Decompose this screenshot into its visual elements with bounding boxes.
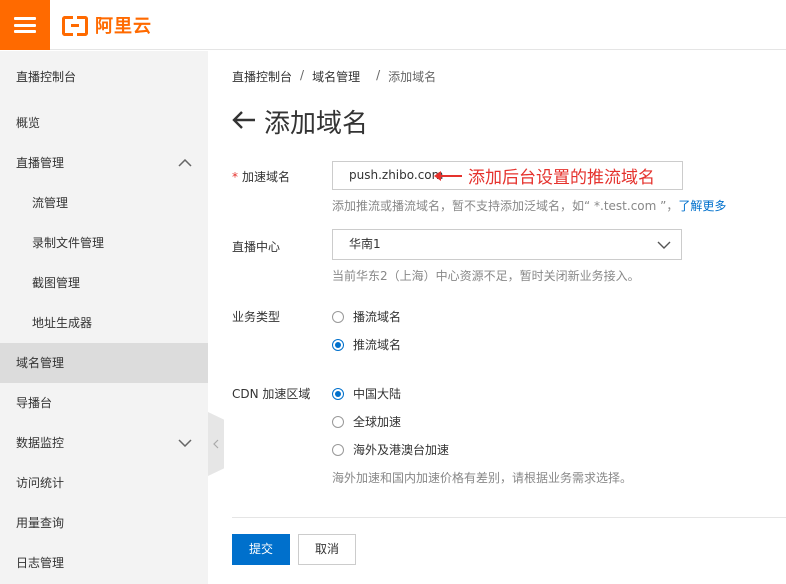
- aliyun-logo[interactable]: 阿里云: [62, 13, 152, 37]
- chevron-up-icon: [178, 143, 192, 183]
- breadcrumb-item-console[interactable]: 直播控制台: [232, 68, 292, 85]
- radio-button[interactable]: [332, 415, 344, 428]
- sidebar-item-label: 直播控制台: [16, 70, 77, 84]
- radio-global[interactable]: 全球加速: [332, 413, 401, 430]
- page-header: 添加域名: [232, 103, 368, 140]
- radio-overseas[interactable]: 海外及港澳台加速: [332, 441, 449, 458]
- annotation-callout: 添加后台设置的推流域名: [434, 163, 655, 188]
- domain-input-value: push.zhibo.com: [349, 168, 444, 182]
- sidebar-item-usage-query[interactable]: 用量查询: [0, 503, 208, 543]
- submit-button[interactable]: 提交: [232, 534, 290, 565]
- sidebar-item-label: 直播管理: [16, 156, 65, 170]
- domain-label: * 加速域名: [232, 168, 290, 185]
- domain-hint: 添加推流或播流域名，暂不支持添加泛域名，如“ *.test.com ”，了解更多: [332, 197, 726, 214]
- chevron-down-icon: [178, 423, 192, 463]
- sidebar-item-access-stats[interactable]: 访问统计: [0, 463, 208, 503]
- arrow-left-icon: [434, 170, 462, 181]
- center-select-value: 华南1: [349, 237, 381, 251]
- center-hint: 当前华东2（上海）中心资源不足，暂时关闭新业务接入。: [332, 269, 640, 283]
- breadcrumb: 直播控制台 / 域名管理 / 添加域名: [232, 68, 436, 85]
- radio-label: 全球加速: [353, 415, 402, 429]
- sidebar-item-director[interactable]: 导播台: [0, 383, 208, 423]
- sidebar-item-label: 用量查询: [16, 516, 65, 530]
- learn-more-link[interactable]: 了解更多: [678, 199, 726, 213]
- sidebar-item-data-monitoring[interactable]: 数据监控: [0, 423, 208, 463]
- required-mark: *: [232, 170, 238, 184]
- top-bar: 阿里云: [0, 0, 786, 50]
- cancel-button[interactable]: 取消: [298, 534, 356, 565]
- sidebar-item-domain-management[interactable]: 域名管理: [0, 343, 208, 383]
- radio-button-checked[interactable]: [332, 387, 344, 400]
- radio-label: 海外及港澳台加速: [353, 443, 450, 457]
- back-arrow-icon[interactable]: [232, 110, 256, 133]
- radio-button[interactable]: [332, 443, 344, 456]
- main-content: 直播控制台 / 域名管理 / 添加域名 添加域名 * 加速域名 push.zhib…: [208, 51, 786, 584]
- breadcrumb-item-current: 添加域名: [388, 70, 437, 84]
- radio-label: 推流域名: [353, 338, 402, 352]
- sidebar-item-label: 数据监控: [16, 436, 65, 450]
- hamburger-icon: [14, 17, 36, 33]
- radio-mainland-china[interactable]: 中国大陆: [332, 385, 401, 402]
- annotation-text: 添加后台设置的推流域名: [468, 168, 655, 188]
- radio-button-checked[interactable]: [332, 338, 344, 351]
- sidebar-item-stream-management[interactable]: 流管理: [0, 183, 208, 223]
- sidebar-item-log-management[interactable]: 日志管理: [0, 543, 208, 583]
- sidebar-item-label: 域名管理: [16, 356, 65, 370]
- breadcrumb-item-domain-management[interactable]: 域名管理: [312, 68, 360, 85]
- domain-hint-text: 添加推流或播流域名，暂不支持添加泛域名，如“ *.test.com ”，: [332, 199, 679, 213]
- sidebar-item-label: 截图管理: [32, 276, 81, 290]
- sidebar-item-label: 导播台: [16, 396, 53, 410]
- sidebar-item-live-management[interactable]: 直播管理: [0, 143, 208, 183]
- cdn-region-hint: 海外加速和国内加速价格有差别，请根据业务需求选择。: [332, 471, 633, 485]
- radio-push-domain[interactable]: 推流域名: [332, 336, 401, 353]
- sidebar-item-console[interactable]: 直播控制台: [0, 51, 208, 103]
- sidebar-item-recording-files[interactable]: 录制文件管理: [0, 223, 208, 263]
- divider: [232, 517, 786, 518]
- sidebar-item-label: 录制文件管理: [32, 236, 105, 250]
- page-title: 添加域名: [264, 109, 369, 139]
- sidebar-item-overview[interactable]: 概览: [0, 103, 208, 143]
- sidebar-item-label: 概览: [16, 116, 41, 130]
- breadcrumb-separator: /: [300, 68, 305, 82]
- sidebar-item-label: 日志管理: [16, 556, 65, 570]
- business-type-label: 业务类型: [232, 310, 281, 324]
- sidebar-item-label: 访问统计: [16, 476, 65, 490]
- center-select[interactable]: 华南1: [332, 229, 682, 260]
- radio-play-domain[interactable]: 播流域名: [332, 308, 401, 325]
- radio-label: 播流域名: [353, 310, 402, 324]
- sidebar: 直播控制台 概览 直播管理 流管理 录制文件管理 截图管理 地址生成器 域名管理…: [0, 51, 208, 584]
- aliyun-logo-icon: [62, 16, 88, 36]
- sidebar-item-label: 流管理: [32, 196, 69, 210]
- chevron-down-icon: [657, 230, 671, 259]
- menu-button[interactable]: [0, 0, 50, 50]
- sidebar-item-label: 地址生成器: [32, 316, 93, 330]
- sidebar-item-snapshots[interactable]: 截图管理: [0, 263, 208, 303]
- sidebar-item-url-generator[interactable]: 地址生成器: [0, 303, 208, 343]
- radio-label: 中国大陆: [353, 387, 402, 401]
- radio-button[interactable]: [332, 310, 344, 323]
- logo-text: 阿里云: [95, 16, 152, 37]
- breadcrumb-separator: /: [376, 68, 381, 82]
- center-label: 直播中心: [232, 240, 281, 254]
- cdn-region-label: CDN 加速区域: [232, 387, 311, 401]
- domain-label-text: 加速域名: [242, 170, 291, 184]
